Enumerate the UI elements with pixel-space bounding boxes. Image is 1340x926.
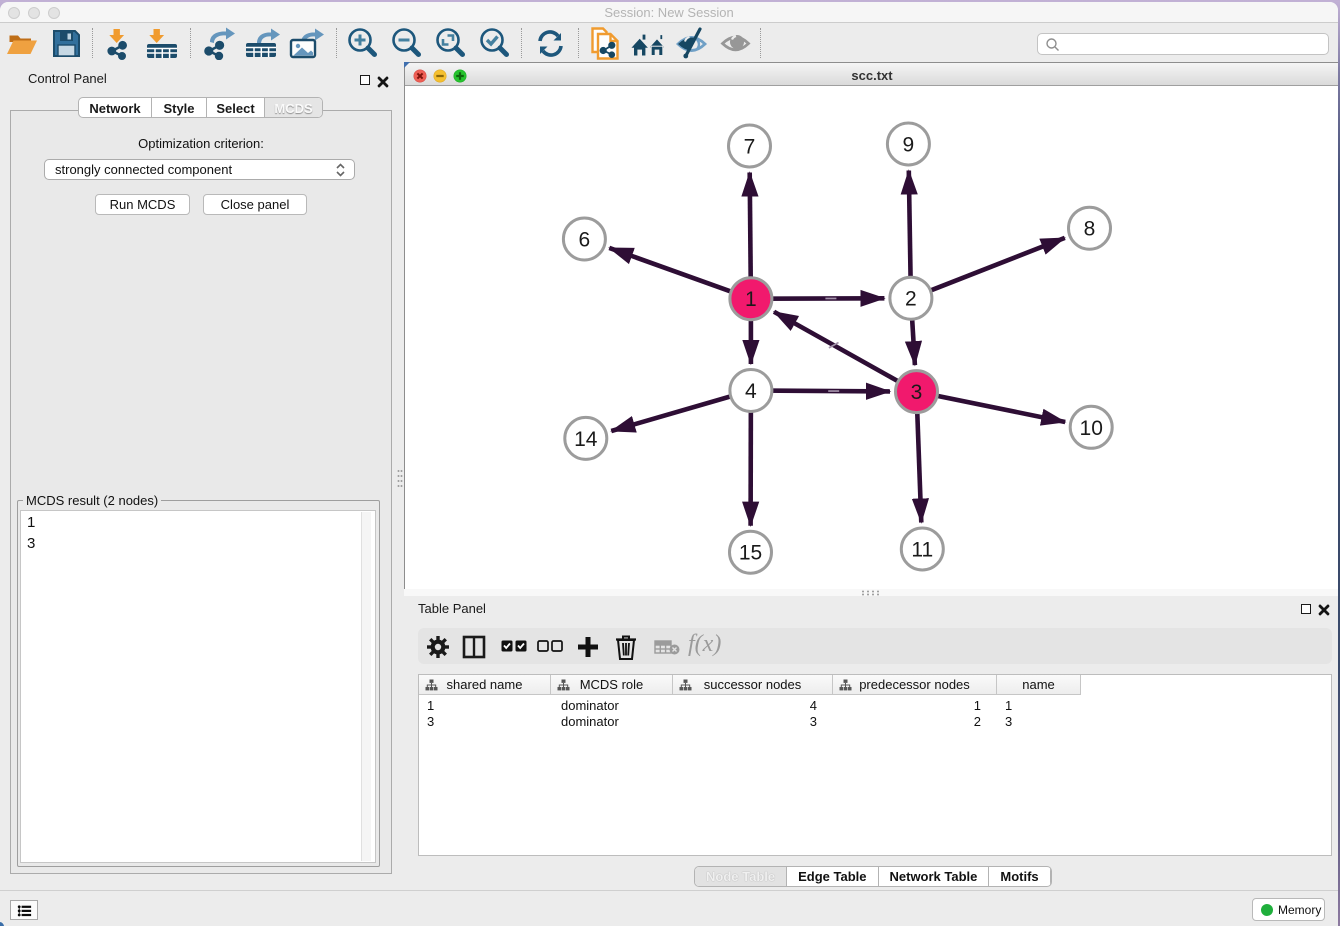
svg-text:2: 2: [905, 288, 917, 311]
svg-text:9: 9: [903, 134, 915, 157]
svg-text:8: 8: [1084, 218, 1096, 241]
svg-text:6: 6: [579, 229, 591, 252]
svg-text:10: 10: [1080, 417, 1103, 440]
svg-text:4: 4: [745, 380, 757, 403]
svg-text:1: 1: [745, 288, 757, 311]
svg-text:15: 15: [739, 542, 762, 565]
svg-text:11: 11: [911, 539, 933, 562]
svg-text:7: 7: [744, 136, 756, 159]
svg-text:3: 3: [911, 381, 923, 404]
svg-text:14: 14: [574, 428, 598, 451]
